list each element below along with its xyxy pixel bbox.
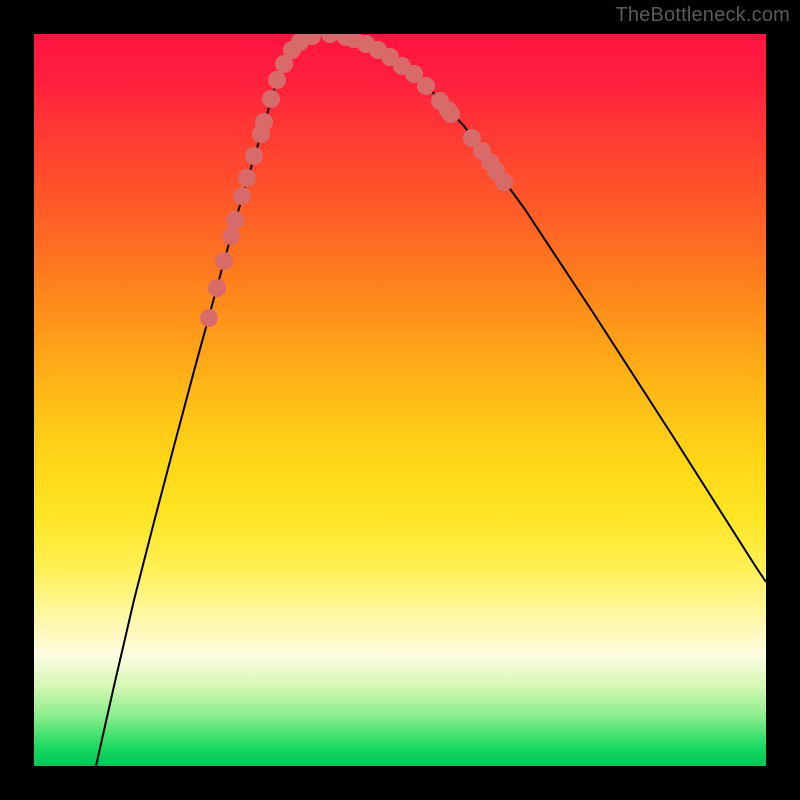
chart-frame: TheBottleneck.com: [0, 0, 800, 800]
marker-dot: [442, 105, 460, 123]
curve-path: [96, 34, 766, 766]
marker-dot: [238, 169, 256, 187]
marker-dot: [495, 173, 513, 191]
marker-dot: [268, 71, 286, 89]
marker-dot: [245, 147, 263, 165]
chart-svg: [34, 34, 766, 766]
marker-dot: [200, 309, 218, 327]
marker-dot: [226, 211, 244, 229]
marker-dot: [321, 34, 339, 43]
marker-dot: [417, 77, 435, 95]
marker-dot: [255, 113, 273, 131]
marker-dot: [262, 90, 280, 108]
marker-dot-layer: [200, 34, 513, 327]
marker-dot: [222, 227, 240, 245]
marker-dot: [215, 252, 233, 270]
plot-area: [34, 34, 766, 766]
marker-dot: [208, 279, 226, 297]
watermark-text: TheBottleneck.com: [615, 4, 790, 27]
marker-dot: [233, 187, 251, 205]
